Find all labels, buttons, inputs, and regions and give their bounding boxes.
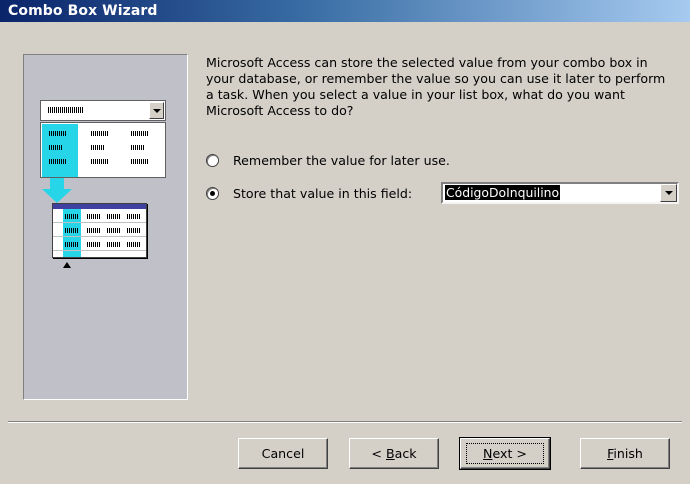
illustration-combo-box: [40, 100, 166, 121]
radio-label-store: Store that value in this field:: [233, 185, 413, 201]
next-button[interactable]: Next >: [459, 437, 551, 470]
combo-box-wizard-dialog: Combo Box Wizard Microsoft Access can st…: [0, 0, 690, 484]
field-combo-box[interactable]: CódigoDoInquilino: [441, 182, 679, 204]
title-bar[interactable]: Combo Box Wizard: [0, 0, 690, 22]
cancel-button[interactable]: Cancel: [238, 438, 328, 469]
radio-label-remember: Remember the value for later use.: [233, 152, 450, 168]
finish-button-label: Finish: [607, 446, 643, 461]
chevron-down-icon[interactable]: [660, 184, 677, 202]
next-button-label: Next >: [466, 443, 544, 464]
instructions-text: Microsoft Access can store the selected …: [206, 55, 666, 118]
field-combo-value: CódigoDoInquilino: [445, 185, 561, 200]
back-button[interactable]: < Back: [349, 438, 439, 469]
separator: [8, 421, 682, 423]
back-button-label: < Back: [371, 446, 417, 461]
finish-button[interactable]: Finish: [580, 438, 670, 469]
illustration-table: [52, 203, 147, 258]
radio-button[interactable]: [206, 153, 219, 167]
illustration-list: [40, 122, 166, 178]
radio-button-selected[interactable]: [206, 186, 219, 200]
radio-store-value[interactable]: Store that value in this field:: [206, 183, 412, 203]
window-title: Combo Box Wizard: [8, 3, 158, 19]
illustration-panel: [23, 54, 188, 400]
radio-remember-value[interactable]: Remember the value for later use.: [206, 150, 450, 170]
cancel-button-label: Cancel: [261, 446, 305, 461]
illustration-pointer: [63, 262, 71, 268]
